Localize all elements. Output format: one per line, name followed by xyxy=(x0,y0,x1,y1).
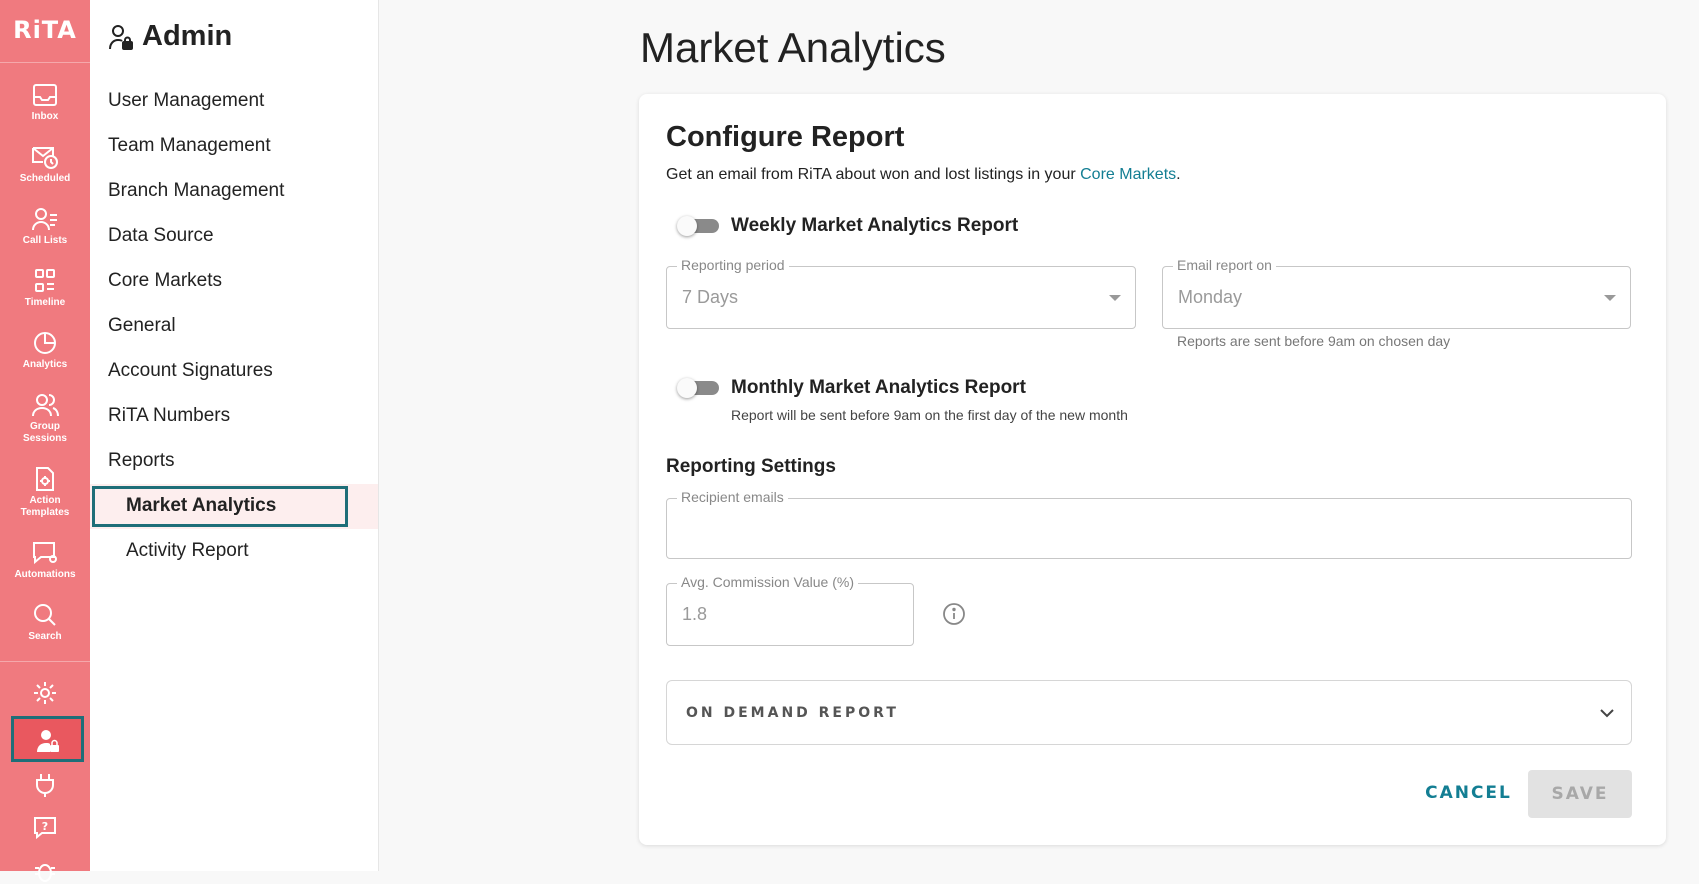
email-report-helper: Reports are sent before 9am on chosen da… xyxy=(1177,333,1451,349)
search-icon xyxy=(34,604,56,626)
sidebar-item-activity-report[interactable]: Activity Report xyxy=(126,540,248,562)
description-text: Get an email from RiTA about won and los… xyxy=(666,166,1081,183)
info-icon[interactable] xyxy=(942,602,966,626)
rail-label-call-lists: Call Lists xyxy=(22,235,68,246)
card-title: Configure Report xyxy=(666,121,905,153)
monthly-report-toggle[interactable] xyxy=(677,378,719,398)
bug-icon xyxy=(35,864,55,882)
icon-rail: RiTA Inbox Scheduled Call Lists Timeline… xyxy=(0,0,90,882)
rita-logo: RiTA xyxy=(13,16,77,44)
rail-label-timeline: Timeline xyxy=(24,297,66,308)
weekly-report-toggle[interactable] xyxy=(677,216,719,236)
sidebar-item-rita-numbers[interactable]: RiTA Numbers xyxy=(108,405,230,427)
rail-item-timeline[interactable]: Timeline xyxy=(0,268,90,309)
sidebar-item-data-source[interactable]: Data Source xyxy=(108,225,214,247)
reporting-period-select[interactable]: Reporting period 7 Days xyxy=(666,257,1136,329)
rail-label-scheduled: Scheduled xyxy=(19,173,71,184)
page-title: Market Analytics xyxy=(640,24,946,71)
monthly-report-label: Monthly Market Analytics Report xyxy=(731,377,1026,398)
rail-item-automations[interactable]: Automations xyxy=(0,540,90,581)
scheduled-icon xyxy=(32,147,58,169)
rail-item-group-sessions[interactable]: Group Sessions xyxy=(0,392,90,445)
core-markets-link[interactable]: Core Markets xyxy=(1080,166,1176,183)
rail-label-search: Search xyxy=(28,631,62,642)
reporting-settings-title: Reporting Settings xyxy=(666,456,836,477)
on-demand-report-label: ON DEMAND REPORT xyxy=(686,705,899,721)
email-report-on-select[interactable]: Email report on Monday xyxy=(1162,257,1631,329)
sidebar-item-market-analytics[interactable]: Market Analytics xyxy=(126,495,276,517)
logo-divider xyxy=(0,62,90,63)
weekly-report-label: Weekly Market Analytics Report xyxy=(731,215,1019,236)
email-report-on-label: Email report on xyxy=(1173,257,1276,273)
reporting-period-label: Reporting period xyxy=(677,257,789,273)
rail-bug-button[interactable] xyxy=(0,858,90,884)
rail-label-inbox: Inbox xyxy=(31,111,59,122)
rail-item-analytics[interactable]: Analytics xyxy=(0,330,90,371)
rail-label-analytics: Analytics xyxy=(22,359,68,370)
call-lists-icon xyxy=(32,208,57,231)
monthly-report-helper: Report will be sent before 9am on the fi… xyxy=(731,407,1128,423)
toggle-knob xyxy=(677,378,697,398)
sidebar-item-reports[interactable]: Reports xyxy=(108,450,175,472)
rail-item-search[interactable]: Search xyxy=(0,602,90,643)
admin-icon xyxy=(109,24,133,50)
svg-text:?: ? xyxy=(42,820,48,833)
gear-icon xyxy=(34,682,56,704)
recipient-emails-label: Recipient emails xyxy=(677,489,788,505)
email-report-on-value: Monday xyxy=(1178,287,1243,307)
rail-label-group-sessions: Group Sessions xyxy=(23,421,67,444)
admin-icon xyxy=(36,730,59,752)
sidebar-title-text: Admin xyxy=(142,20,233,52)
action-templates-icon xyxy=(36,467,54,491)
rail-item-scheduled[interactable]: Scheduled xyxy=(0,144,90,185)
help-icon: ? xyxy=(34,817,56,840)
group-sessions-icon xyxy=(32,394,59,417)
avg-commission-value: 1.8 xyxy=(682,604,708,624)
sidebar-item-branch-management[interactable]: Branch Management xyxy=(108,180,284,202)
toggle-knob xyxy=(677,216,697,236)
sidebar-item-user-management[interactable]: User Management xyxy=(108,90,264,112)
recipient-emails-field[interactable]: Recipient emails xyxy=(666,489,1632,559)
rail-label-automations: Automations xyxy=(14,569,76,580)
plug-icon xyxy=(36,774,54,797)
chevron-down-icon xyxy=(1109,295,1121,301)
chevron-down-icon xyxy=(1600,709,1614,718)
cancel-button[interactable]: CANCEL xyxy=(1416,770,1521,816)
avg-commission-label: Avg. Commission Value (%) xyxy=(677,574,858,590)
save-button[interactable]: SAVE xyxy=(1528,770,1632,818)
rail-admin-button[interactable] xyxy=(11,716,84,762)
analytics-icon xyxy=(34,332,56,354)
rail-integrations-button[interactable] xyxy=(0,772,90,798)
on-demand-report-accordion[interactable]: ON DEMAND REPORT xyxy=(666,680,1632,745)
rail-divider xyxy=(0,661,90,662)
sidebar-item-account-signatures[interactable]: Account Signatures xyxy=(108,360,273,382)
admin-sidebar: Admin User Management Team Management Br… xyxy=(90,0,379,871)
sidebar-item-team-management[interactable]: Team Management xyxy=(108,135,271,157)
description-suffix: . xyxy=(1176,166,1181,183)
reporting-period-value: 7 Days xyxy=(682,287,739,307)
sidebar-item-general[interactable]: General xyxy=(108,315,176,337)
rail-item-action-templates[interactable]: Action Templates xyxy=(0,466,90,519)
rail-item-call-lists[interactable]: Call Lists xyxy=(0,206,90,247)
card-description: Get an email from RiTA about won and los… xyxy=(666,166,1181,184)
rail-settings-button[interactable] xyxy=(0,680,90,706)
sidebar-item-core-markets[interactable]: Core Markets xyxy=(108,270,222,292)
rail-label-action-templates: Action Templates xyxy=(20,495,70,518)
rail-help-button[interactable]: ? xyxy=(0,815,90,841)
inbox-icon xyxy=(33,84,57,106)
avg-commission-field[interactable]: Avg. Commission Value (%) 1.8 xyxy=(666,574,914,646)
automations-icon xyxy=(33,542,57,565)
configure-report-card: Configure Report Get an email from RiTA … xyxy=(639,94,1666,845)
chevron-down-icon xyxy=(1604,295,1616,301)
rail-item-inbox[interactable]: Inbox xyxy=(0,82,90,123)
sidebar-title: Admin xyxy=(108,20,232,53)
timeline-icon xyxy=(35,269,55,292)
